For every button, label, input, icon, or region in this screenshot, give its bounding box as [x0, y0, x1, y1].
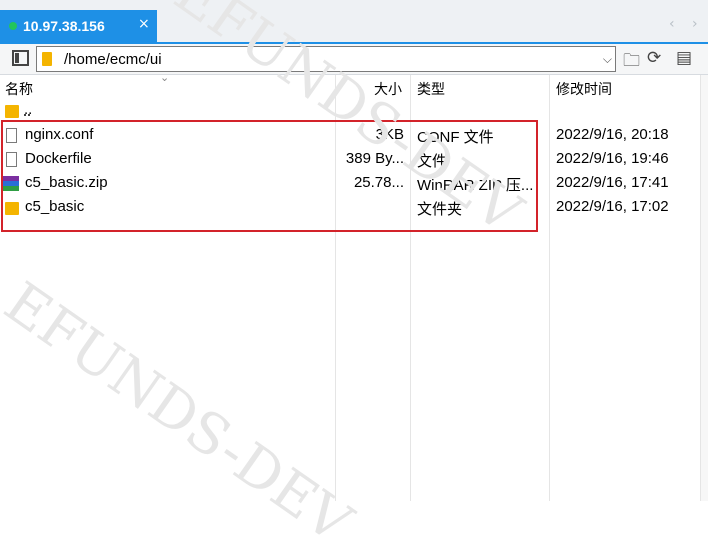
- refresh-icon: ⟳: [647, 48, 662, 68]
- toolbar: /home/ecmc/ui ⌵ 🗀 ⟳ ▤: [0, 44, 708, 75]
- sort-caret-icon: ⌄: [160, 71, 170, 84]
- new-folder-button[interactable]: 🗀: [620, 47, 644, 71]
- folder-icon: [42, 52, 52, 66]
- tab-scroll-right-icon[interactable]: ›: [692, 16, 698, 32]
- column-header-name[interactable]: 名称: [5, 79, 33, 99]
- sidebar-toggle-button[interactable]: [9, 47, 33, 71]
- file-modified: 2022/9/16, 19:46: [556, 150, 669, 167]
- column-header-modified[interactable]: 修改时间: [556, 79, 612, 99]
- tab-strip: 10.97.38.156 × ‹ ›: [0, 0, 708, 42]
- scrollbar[interactable]: [701, 75, 708, 501]
- folder-open-icon: 🗀: [623, 51, 640, 71]
- folder-icon: [5, 105, 19, 118]
- list-view-icon: ▤: [676, 48, 693, 68]
- refresh-button[interactable]: ⟳: [644, 47, 668, 71]
- chevron-down-icon[interactable]: ⌵: [603, 52, 612, 67]
- tab-title: 10.97.38.156: [23, 18, 105, 34]
- column-header-type[interactable]: 类型: [417, 79, 445, 99]
- parent-directory-label: ..: [24, 101, 33, 118]
- highlight-box: [1, 120, 538, 232]
- column-header-size[interactable]: 大小: [374, 79, 402, 99]
- column-headers: 名称 ⌄ 大小 类型 修改时间: [0, 71, 708, 101]
- connection-status-icon: [9, 22, 17, 30]
- close-icon[interactable]: ×: [138, 16, 150, 32]
- file-modified: 2022/9/16, 17:41: [556, 174, 669, 191]
- view-mode-button[interactable]: ▤: [673, 47, 705, 71]
- path-input[interactable]: /home/ecmc/ui ⌵: [36, 46, 616, 72]
- tab-session[interactable]: 10.97.38.156 ×: [0, 10, 157, 42]
- watermark: EFUNDS-DEV: [0, 270, 363, 556]
- file-modified: 2022/9/16, 20:18: [556, 126, 669, 143]
- file-modified: 2022/9/16, 17:02: [556, 198, 669, 215]
- tab-scroll-left-icon[interactable]: ‹: [669, 16, 675, 32]
- path-text: /home/ecmc/ui: [64, 51, 162, 68]
